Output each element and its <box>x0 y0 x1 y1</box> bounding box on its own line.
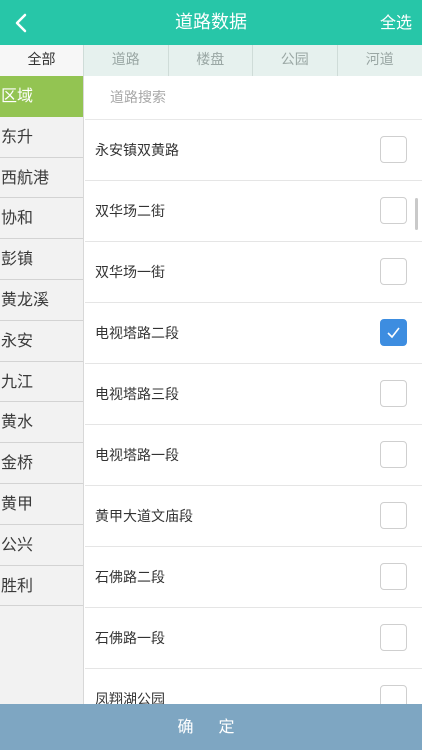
sidebar-item-yongan[interactable]: 永安 <box>0 321 83 362</box>
road-name: 黄甲大道文庙段 <box>95 509 193 525</box>
list-item[interactable]: 双华场二街 <box>85 181 422 242</box>
road-list-panel: 永安镇双黄路 双华场二街 双华场一街 电视塔路二段 电视塔路三段 电视塔路一段 … <box>85 76 422 704</box>
tab-rivers[interactable]: 河道 <box>338 45 422 76</box>
list-item[interactable]: 双华场一街 <box>85 242 422 303</box>
road-name: 电视塔路二段 <box>95 326 179 342</box>
sidebar-item-huanglongxi[interactable]: 黄龙溪 <box>0 280 83 321</box>
tab-roads[interactable]: 道路 <box>84 45 169 76</box>
road-name: 双华场二街 <box>95 204 165 220</box>
checkmark-icon <box>387 327 400 339</box>
road-checkbox[interactable] <box>380 685 407 704</box>
road-list: 永安镇双黄路 双华场二街 双华场一街 电视塔路二段 电视塔路三段 电视塔路一段 … <box>85 120 422 704</box>
road-name: 石佛路一段 <box>95 631 165 647</box>
list-item[interactable]: 电视塔路三段 <box>85 364 422 425</box>
road-checkbox[interactable] <box>380 624 407 651</box>
road-checkbox[interactable] <box>380 563 407 590</box>
road-checkbox[interactable] <box>380 502 407 529</box>
road-name: 石佛路二段 <box>95 570 165 586</box>
sidebar-item-huangshui[interactable]: 黄水 <box>0 402 83 444</box>
road-checkbox[interactable] <box>380 197 407 224</box>
road-checkbox[interactable] <box>380 380 407 407</box>
sidebar-item-pengzhen[interactable]: 彭镇 <box>0 239 83 280</box>
list-item[interactable]: 永安镇双黄路 <box>85 120 422 181</box>
list-item[interactable]: 石佛路一段 <box>85 608 422 669</box>
list-scrollbar[interactable] <box>415 198 418 230</box>
tab-parks[interactable]: 公园 <box>253 45 338 76</box>
list-item[interactable]: 黄甲大道文庙段 <box>85 486 422 547</box>
road-name: 双华场一街 <box>95 265 165 281</box>
list-item[interactable]: 石佛路二段 <box>85 547 422 608</box>
road-checkbox[interactable] <box>380 258 407 285</box>
sidebar-item-shengli[interactable]: 胜利 <box>0 566 83 607</box>
confirm-button[interactable]: 确 定 <box>0 704 422 750</box>
sidebar-item-gongxing[interactable]: 公兴 <box>0 525 83 566</box>
road-name: 电视塔路一段 <box>95 448 179 464</box>
select-all-button[interactable]: 全选 <box>380 0 412 45</box>
tab-all[interactable]: 全部 <box>0 45 84 76</box>
region-sidebar: 区域 东升 西航港 协和 彭镇 黄龙溪 永安 九江 黄水 金桥 黄甲 公兴 胜利 <box>0 76 84 704</box>
sidebar-item-jinqiao[interactable]: 金桥 <box>0 443 83 484</box>
road-name: 凤翔湖公园 <box>95 692 165 704</box>
sidebar-item-xihanggang[interactable]: 西航港 <box>0 158 83 199</box>
road-checkbox[interactable] <box>380 319 407 346</box>
header-bar: 道路数据 全选 <box>0 0 422 45</box>
list-item[interactable]: 电视塔路一段 <box>85 425 422 486</box>
sidebar-item-region[interactable]: 区域 <box>0 76 83 117</box>
list-item[interactable]: 凤翔湖公园 <box>85 669 422 704</box>
road-checkbox[interactable] <box>380 441 407 468</box>
search-bar <box>85 76 422 120</box>
category-tabs: 全部 道路 楼盘 公园 河道 <box>0 45 422 76</box>
sidebar-item-huangjia[interactable]: 黄甲 <box>0 484 83 525</box>
road-name: 永安镇双黄路 <box>95 143 179 159</box>
road-checkbox[interactable] <box>380 136 407 163</box>
sidebar-item-dongsheng[interactable]: 东升 <box>0 117 83 158</box>
page-title: 道路数据 <box>175 12 247 33</box>
tab-buildings[interactable]: 楼盘 <box>169 45 253 76</box>
sidebar-item-xiehe[interactable]: 协和 <box>0 198 83 240</box>
list-item[interactable]: 电视塔路二段 <box>85 303 422 364</box>
road-name: 电视塔路三段 <box>95 387 179 403</box>
sidebar-item-jiujiang[interactable]: 九江 <box>0 362 83 403</box>
road-search-input[interactable] <box>110 89 390 106</box>
